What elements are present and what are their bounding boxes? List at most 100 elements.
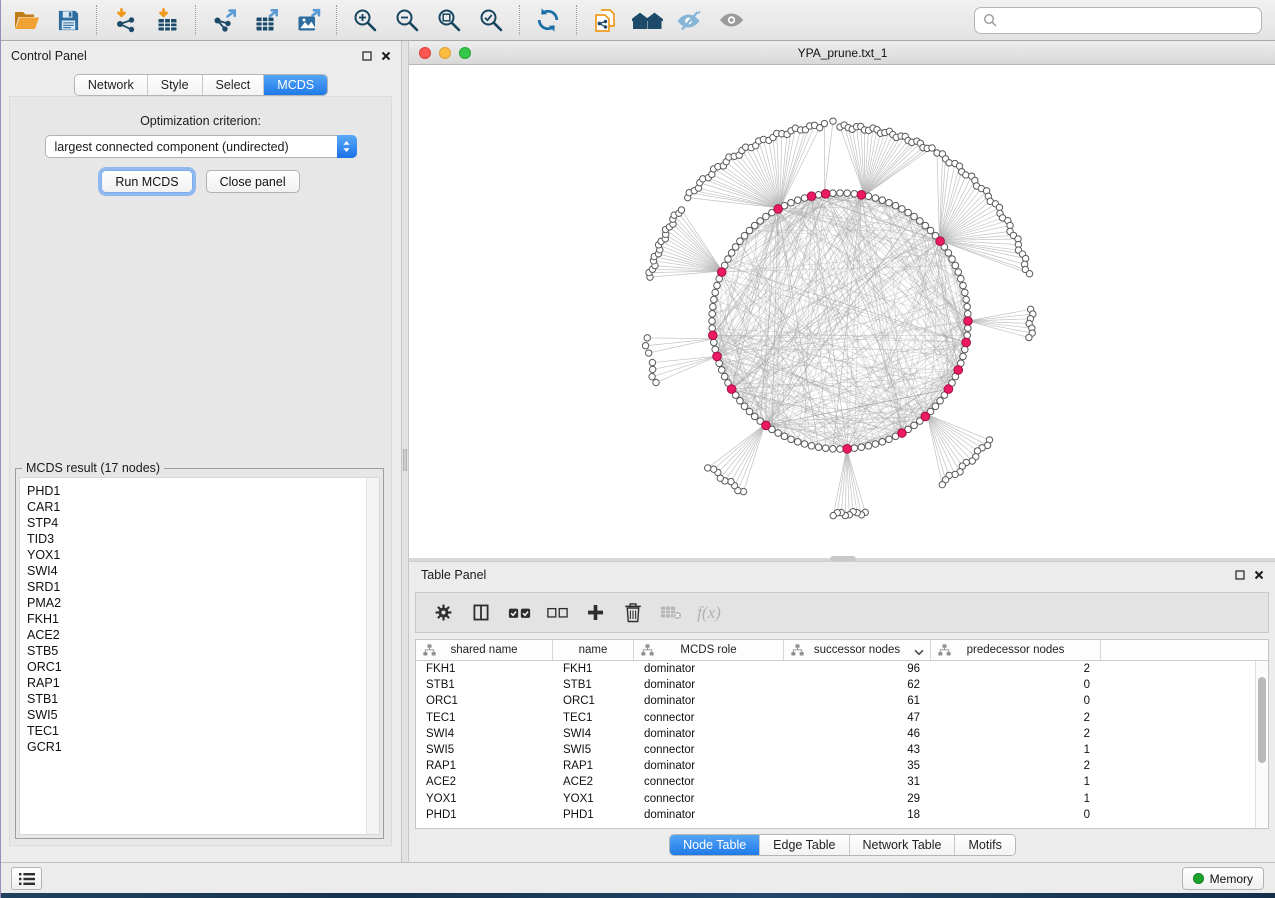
table-row[interactable]: RAP1RAP1dominator352 [416,758,1268,774]
mcds-result-item[interactable]: ORC1 [27,659,372,675]
mcds-result-item[interactable]: CAR1 [27,499,372,515]
cell-name: TEC1 [553,712,634,724]
list-icon [18,872,36,886]
task-history-button[interactable] [11,867,42,890]
cell-shared-name: YOX1 [416,793,553,805]
tab-select[interactable]: Select [203,75,265,95]
zoom-fit-button[interactable] [428,4,470,36]
table-row[interactable]: YOX1YOX1connector291 [416,791,1268,807]
search-box[interactable] [974,7,1262,34]
table-row[interactable]: SWI4SWI4dominator462 [416,726,1268,742]
mcds-result-item[interactable]: GCR1 [27,739,372,755]
export-table-button[interactable] [245,4,287,36]
memory-button[interactable]: Memory [1182,867,1264,890]
tab-mcds[interactable]: MCDS [264,75,327,95]
unselect-all-button[interactable] [542,598,572,628]
first-neighbors-button[interactable] [626,4,668,36]
tab-edge-table[interactable]: Edge Table [760,835,849,855]
toolbar-icon-groups [5,4,752,36]
table-panel: Table Panel f(x) shared namenameMCDS rol… [409,561,1275,862]
cell-name: SWI5 [553,744,634,756]
table-scrollbar[interactable] [1255,661,1268,828]
network-window-titlebar: YPA_prune.txt_1 [409,41,1275,65]
column-header-successor-nodes[interactable]: successor nodes [784,640,931,660]
delete-button[interactable] [618,598,648,628]
delete-table-icon [660,605,682,620]
export-image-button[interactable] [287,4,329,36]
zoom-out-button[interactable] [386,4,428,36]
close-panel-button[interactable]: Close panel [206,170,300,193]
mcds-result-item[interactable]: STB5 [27,643,372,659]
table-row[interactable]: ORC1ORC1dominator610 [416,693,1268,709]
run-mcds-button[interactable]: Run MCDS [101,170,192,193]
mcds-result-item[interactable]: ACE2 [27,627,372,643]
scrollbar-thumb[interactable] [1258,677,1266,763]
mcds-result-item[interactable]: SRD1 [27,579,372,595]
cell-successor-nodes: 35 [784,760,931,772]
column-header-shared-name[interactable]: shared name [416,640,553,660]
mcds-result-item[interactable]: SWI5 [27,707,372,723]
close-panel-icon[interactable] [381,51,391,61]
table-row[interactable]: ACE2ACE2connector311 [416,774,1268,790]
control-panel: Control Panel NetworkStyleSelectMCDS Opt… [1,41,402,862]
open-button[interactable] [5,4,47,36]
columns-button[interactable] [466,598,496,628]
mcds-result-list: PHD1CAR1STP4TID3YOX1SWI4SRD1PMA2FKH1ACE2… [19,477,380,835]
duplicate-network-button[interactable] [584,4,626,36]
zoom-in-button[interactable] [344,4,386,36]
table-row[interactable]: TEC1TEC1connector472 [416,710,1268,726]
mcds-result-item[interactable]: SWI4 [27,563,372,579]
mcds-result-item[interactable]: YOX1 [27,547,372,563]
table-row[interactable]: PHD1PHD1dominator180 [416,807,1268,823]
refresh-button[interactable] [527,4,569,36]
float-window-icon[interactable] [1235,570,1245,580]
table-row[interactable]: STB1STB1dominator620 [416,677,1268,693]
show-graphics-details-button[interactable] [710,4,752,36]
tab-motifs[interactable]: Motifs [955,835,1014,855]
network-title: YPA_prune.txt_1 [409,46,1275,60]
mcds-result-item[interactable]: RAP1 [27,675,372,691]
network-canvas[interactable] [409,65,1275,557]
tab-node-table[interactable]: Node Table [670,835,760,855]
table-row[interactable]: SWI5SWI5connector431 [416,742,1268,758]
cell-predecessor-nodes: 2 [931,663,1101,675]
import-network-button[interactable] [104,4,146,36]
column-header-name[interactable]: name [553,640,634,660]
mcds-result-item[interactable]: TID3 [27,531,372,547]
column-header-predecessor-nodes[interactable]: predecessor nodes [931,640,1101,660]
mcds-result-item[interactable]: FKH1 [27,611,372,627]
export-network-button[interactable] [203,4,245,36]
splitter-handle[interactable] [403,449,407,471]
mcds-result-item[interactable]: PHD1 [27,483,372,499]
mcds-result-item[interactable]: TEC1 [27,723,372,739]
float-window-icon[interactable] [362,51,372,61]
export-table-icon [254,8,279,33]
import-table-button[interactable] [146,4,188,36]
gear-button[interactable] [428,598,458,628]
hide-graphics-details-button[interactable] [668,4,710,36]
select-all-button[interactable] [504,598,534,628]
tab-network-table[interactable]: Network Table [850,835,956,855]
network-graph[interactable] [409,65,1275,557]
cell-successor-nodes: 29 [784,793,931,805]
add-button[interactable] [580,598,610,628]
mcds-result-item[interactable]: STB1 [27,691,372,707]
tab-network[interactable]: Network [75,75,148,95]
gear-icon [434,603,453,622]
criterion-dropdown[interactable]: largest connected component (undirected) [45,135,357,158]
vertical-splitter[interactable] [402,41,409,862]
mcds-result-item[interactable]: STP4 [27,515,372,531]
toolbar-separator [519,5,520,35]
mcds-result-item[interactable]: PMA2 [27,595,372,611]
result-list-scrollbar[interactable] [366,478,379,834]
zoom-selected-button[interactable] [470,4,512,36]
table-row[interactable]: FKH1FKH1dominator962 [416,661,1268,677]
memory-label: Memory [1210,872,1253,886]
close-panel-icon[interactable] [1254,570,1264,580]
tab-style[interactable]: Style [148,75,203,95]
save-button[interactable] [47,4,89,36]
cell-successor-nodes: 62 [784,679,931,691]
column-header-mcds-role[interactable]: MCDS role [634,640,784,660]
delete-icon [624,602,642,623]
search-input[interactable] [1003,13,1253,29]
